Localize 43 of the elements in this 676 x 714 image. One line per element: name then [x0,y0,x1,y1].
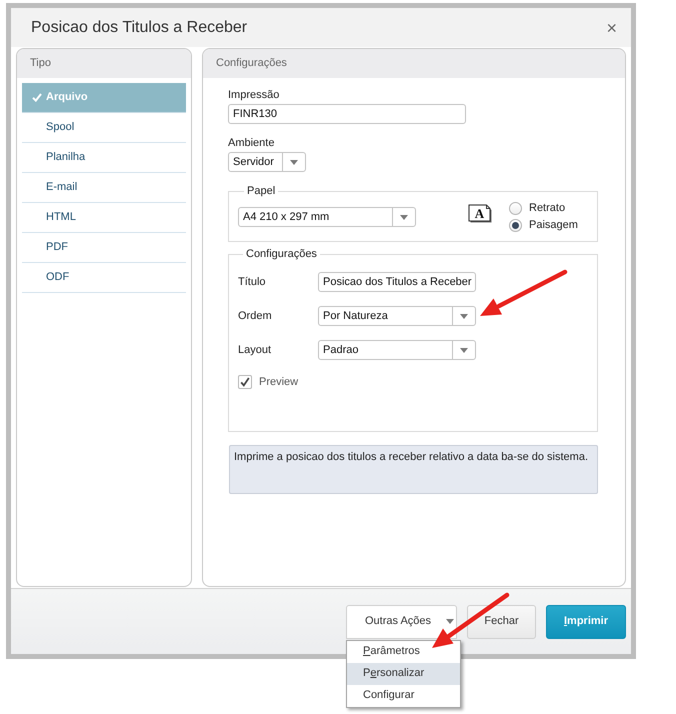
sidebar-item[interactable]: E-mail [22,173,186,203]
caret-icon [290,160,298,164]
field-label: Layout [238,343,272,357]
panel-header: Configurações [203,49,625,78]
field-label: Título [238,275,267,289]
caret-icon [446,619,454,624]
menu-item[interactable]: Personalizar [347,662,460,684]
sidebar-item[interactable]: PDF [22,233,186,263]
dropdown[interactable]: Padrao [318,340,476,360]
check-icon [240,377,250,387]
field-label: Impressão [228,88,280,102]
input-field[interactable]: Posicao dos Titulos a Receber [318,272,476,292]
menu-item[interactable]: Parâmetros [347,640,460,662]
radio-label[interactable]: Retrato [529,200,566,217]
radio-button[interactable] [509,219,522,232]
close-button[interactable]: × [604,18,619,36]
close-dialog-button[interactable]: Fechar [467,604,536,638]
input-field[interactable]: FINR130 [228,104,466,124]
radio-label[interactable]: Paisagem [529,217,578,234]
section-legend: Configurações [243,247,320,261]
menu-item[interactable]: Configurar [347,684,460,706]
radio-button[interactable] [509,202,522,215]
section-legend: Papel [244,184,278,198]
check-icon [32,93,42,102]
page-orientation-icon: A [468,204,493,222]
dropdown[interactable]: Por Natureza [318,306,476,326]
sidebar-item[interactable]: Spool [22,113,186,143]
window-title: Posicao dos Titulos a Receber [31,18,248,38]
dropdown[interactable]: Servidor [228,152,306,172]
checkbox[interactable] [238,375,252,389]
sidebar-item[interactable]: Planilha [22,143,186,173]
panel-header: Tipo [17,49,191,78]
field-label: Ordem [238,309,273,323]
caret-icon [460,314,468,318]
sidebar-item[interactable]: ODF [22,263,186,293]
caret-icon [460,348,468,352]
dropdown[interactable]: A4 210 x 297 mm [238,207,416,227]
checkbox-label[interactable]: Preview [259,374,298,390]
field-label: Ambiente [228,136,276,150]
caret-icon [400,214,408,220]
description-area: Imprime a posicao dos titulos a receber relativo a data ba-se do sistema. [229,445,598,494]
sidebar-item[interactable]: HTML [22,203,186,233]
menu-button[interactable]: Outras Ações [346,604,457,638]
